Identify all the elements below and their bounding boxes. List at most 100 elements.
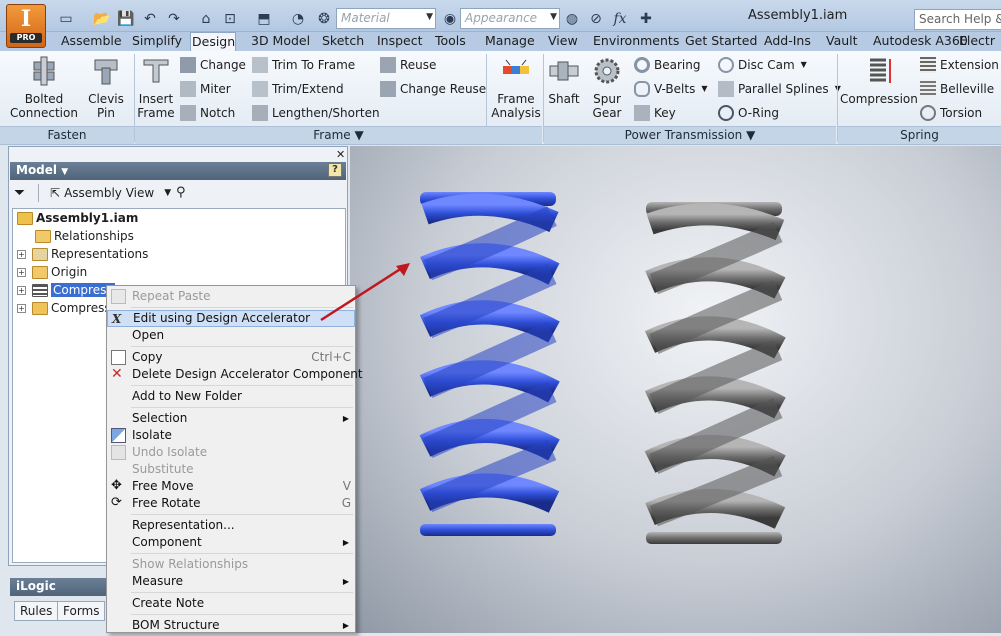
tab-autodesk-a360[interactable]: Autodesk A360 [872, 32, 969, 51]
filter-icon[interactable]: ⏷ [14, 185, 25, 201]
tab-sketch[interactable]: Sketch [321, 32, 365, 51]
power-transmission-panel-label[interactable]: Power Transmission ▼ [544, 126, 836, 144]
torsion-spring-button[interactable]: Torsion [920, 104, 982, 122]
clear-appearance-icon[interactable]: ⊘ [586, 9, 606, 29]
selected-spring[interactable] [419, 192, 560, 536]
graphics-viewport[interactable] [350, 146, 1001, 633]
menu-item-show-relationships[interactable]: Show Relationships [107, 556, 355, 573]
menu-item-undo-isolate[interactable]: Undo Isolate [107, 444, 355, 461]
adjust-appearance-icon[interactable]: ◍ [562, 9, 582, 29]
tab-design[interactable]: Design [190, 32, 236, 52]
tree-item-origin[interactable]: + Origin [13, 263, 345, 281]
color-wheel-icon[interactable]: ❂ [314, 9, 334, 29]
change-button[interactable]: Change [180, 56, 246, 74]
trim-extend-button[interactable]: Trim/Extend [252, 80, 344, 98]
tab-tools[interactable]: Tools [434, 32, 467, 51]
v-belts-button[interactable]: V-Belts ▼ [634, 80, 707, 98]
change-reuse-button[interactable]: Change Reuse [380, 80, 486, 98]
home-icon[interactable]: ⌂ [196, 9, 216, 29]
menu-item-component[interactable]: Component ▶ [107, 534, 355, 551]
compression-spring-button[interactable]: Compression [840, 56, 918, 106]
ilogic-tab-forms[interactable]: Forms [57, 601, 106, 621]
expand-icon[interactable]: + [17, 267, 26, 277]
undo-icon[interactable]: ↶ [140, 9, 160, 29]
menu-item-copy[interactable]: Copy Ctrl+C [107, 349, 355, 366]
tab-add-ins[interactable]: Add-Ins [763, 32, 812, 51]
appearance-placeholder: Appearance [465, 11, 538, 25]
tree-item-relationships[interactable]: Relationships [13, 227, 345, 245]
material-combo[interactable]: Material ▼ [336, 8, 436, 29]
measure-icon[interactable]: ◔ [288, 9, 308, 29]
notch-button[interactable]: Notch [180, 104, 235, 122]
close-icon[interactable]: ✕ [336, 148, 345, 161]
menu-item-isolate[interactable]: Isolate [107, 427, 355, 444]
tab-manage[interactable]: Manage [484, 32, 536, 51]
expand-icon[interactable]: + [17, 303, 26, 313]
menu-separator [131, 553, 353, 554]
key-button[interactable]: Key [634, 104, 676, 122]
menu-item-bom-structure[interactable]: BOM Structure ▶ [107, 617, 355, 634]
tab-simplify[interactable]: Simplify [131, 32, 183, 51]
update-icon[interactable]: ⊡ [220, 9, 240, 29]
model-browser-header[interactable]: Model ▼ ? [10, 162, 346, 180]
menu-item-label: Show Relationships [132, 557, 249, 571]
tab-get-started[interactable]: Get Started [684, 32, 758, 51]
save-icon[interactable]: 💾 [116, 9, 136, 29]
trim-to-frame-button[interactable]: Trim To Frame [252, 56, 355, 74]
open-folder-icon[interactable]: 📂 [92, 9, 112, 29]
tab-electromechanical[interactable]: Electr [958, 32, 996, 51]
bolted-connection-button[interactable]: Bolted Connection [8, 56, 80, 120]
tab-vault[interactable]: Vault [825, 32, 859, 51]
reuse-button[interactable]: Reuse [380, 56, 436, 74]
menu-item-free-move[interactable]: ✥ Free Move V [107, 478, 355, 495]
unselected-spring[interactable] [644, 202, 786, 544]
assembly-view-dropdown[interactable]: ⇱ Assembly View ▼ [50, 186, 171, 200]
expand-icon[interactable]: + [17, 249, 26, 259]
extension-spring-button[interactable]: Extension [920, 56, 999, 74]
frame-panel-title: Frame [313, 128, 351, 142]
help-search-input[interactable]: Search Help & C [914, 9, 1001, 30]
shaft-button[interactable]: Shaft [546, 56, 582, 106]
tab-assemble[interactable]: Assemble [60, 32, 123, 51]
lengthen-shorten-button[interactable]: Lengthen/Shorten [252, 104, 380, 122]
menu-item-add-to-new-folder[interactable]: Add to New Folder [107, 388, 355, 405]
new-file-icon[interactable]: ▭ [56, 9, 76, 29]
insert-frame-button[interactable]: Insert Frame [137, 56, 175, 120]
parameters-icon[interactable]: fx [610, 9, 630, 29]
add-icon[interactable]: ✚ [636, 9, 656, 29]
o-ring-button[interactable]: O-Ring [718, 104, 779, 122]
clevis-pin-button[interactable]: Clevis Pin [84, 56, 128, 120]
miter-button[interactable]: Miter [180, 80, 231, 98]
ilogic-tab-rules[interactable]: Rules [14, 601, 59, 621]
frame-panel-label[interactable]: Frame ▼ [135, 126, 542, 144]
belleville-label: Belleville [940, 82, 995, 96]
disc-cam-button[interactable]: Disc Cam ▼ [718, 56, 807, 74]
menu-item-substitute[interactable]: Substitute [107, 461, 355, 478]
find-binoculars-icon[interactable]: ⚲ [176, 185, 186, 200]
belleville-spring-button[interactable]: Belleville [920, 80, 994, 98]
bearing-button[interactable]: Bearing [634, 56, 700, 74]
app-menu-button[interactable]: I PRO [6, 4, 46, 48]
expand-icon[interactable]: + [17, 285, 26, 295]
menu-item-free-rotate[interactable]: ⟳ Free Rotate G [107, 495, 355, 512]
tab-environments[interactable]: Environments [592, 32, 680, 51]
redo-icon[interactable]: ↷ [164, 9, 184, 29]
menu-item-delete-component[interactable]: ✕ Delete Design Accelerator Component [107, 366, 363, 383]
frame-analysis-button[interactable]: Frame Analysis [490, 56, 542, 120]
tab-3d-model[interactable]: 3D Model [250, 32, 311, 51]
tab-view[interactable]: View [547, 32, 579, 51]
tree-item-representations[interactable]: + Representations [13, 245, 345, 263]
select-filter-icon[interactable]: ⬒ [254, 9, 274, 29]
menu-item-open[interactable]: Open [107, 327, 355, 344]
menu-item-representation[interactable]: Representation... [107, 517, 355, 534]
tab-inspect[interactable]: Inspect [376, 32, 424, 51]
parallel-splines-button[interactable]: Parallel Splines▼ [718, 80, 841, 98]
appearance-combo[interactable]: Appearance ▼ [460, 8, 560, 29]
menu-item-create-note[interactable]: Create Note [107, 595, 355, 612]
help-icon[interactable]: ? [328, 163, 342, 177]
menu-item-measure[interactable]: Measure ▶ [107, 573, 355, 590]
key-icon [634, 105, 650, 121]
spur-gear-button[interactable]: Spur Gear [588, 56, 626, 120]
tree-item-assembly[interactable]: Assembly1.iam [13, 209, 345, 227]
menu-item-selection[interactable]: Selection ▶ [107, 410, 355, 427]
